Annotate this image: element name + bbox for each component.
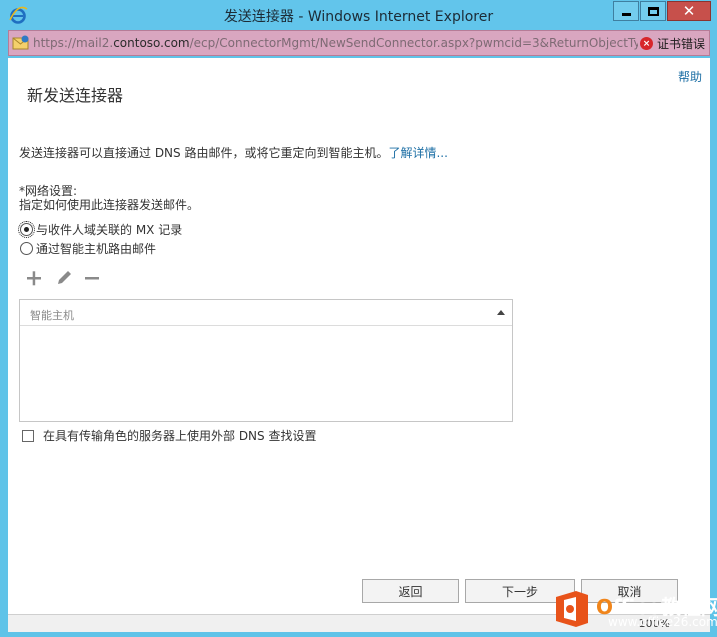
watermark: Office教程网 www.office26.com xyxy=(552,585,717,637)
grid-header-smart-host: 智能主机 xyxy=(30,309,74,322)
smart-host-grid[interactable]: 智能主机 xyxy=(19,299,513,422)
description: 发送连接器可以直接通过 DNS 路由邮件，或将它重定向到智能主机。了解详情... xyxy=(19,144,448,161)
radio-mx-icon[interactable] xyxy=(18,221,35,238)
external-dns-label: 在具有传输角色的服务器上使用外部 DNS 查找设置 xyxy=(43,429,317,443)
external-dns-option[interactable]: 在具有传输角色的服务器上使用外部 DNS 查找设置 xyxy=(22,427,316,444)
learn-more-link[interactable]: 了解详情... xyxy=(388,146,447,160)
page-content: 帮助 新发送连接器 发送连接器可以直接通过 DNS 路由邮件，或将它重定向到智能… xyxy=(8,58,710,614)
radio-smart-host-icon[interactable] xyxy=(20,242,33,255)
certificate-error-label: 证书错误 xyxy=(656,37,705,51)
radio-mx-record[interactable]: 与收件人域关联的 MX 记录 xyxy=(18,221,183,238)
network-settings-hint: 指定如何使用此连接器发送邮件。 xyxy=(19,198,200,212)
url-prefix: https://mail2. xyxy=(33,36,114,50)
minimize-icon xyxy=(621,13,631,16)
minimize-button[interactable] xyxy=(613,1,639,21)
add-icon[interactable] xyxy=(23,269,47,287)
certificate-error[interactable]: × 证书错误 xyxy=(639,35,705,52)
close-icon: ✕ xyxy=(682,2,696,20)
external-dns-checkbox[interactable] xyxy=(22,429,34,442)
maximize-button[interactable] xyxy=(640,1,666,21)
radio-mx-label: 与收件人域关联的 MX 记录 xyxy=(36,223,183,237)
page-icon xyxy=(12,35,29,50)
sort-ascending-icon[interactable] xyxy=(497,310,505,315)
url-path: /ecp/ConnectorMgmt/NewSendConnector.aspx… xyxy=(189,36,638,50)
window-title: 发送连接器 - Windows Internet Explorer xyxy=(223,9,494,25)
radio-smart-host[interactable]: 通过智能主机路由邮件 xyxy=(20,240,156,257)
smart-host-toolbar xyxy=(23,269,110,287)
address-bar[interactable]: https://mail2.contoso.com/ecp/ConnectorM… xyxy=(8,30,710,56)
title-bar: 发送连接器 - Windows Internet Explorer ✕ xyxy=(0,0,717,30)
page-title: 新发送连接器 xyxy=(27,86,124,105)
office-logo-icon xyxy=(556,591,588,627)
remove-icon[interactable] xyxy=(81,269,105,287)
back-button[interactable]: 返回 xyxy=(362,579,459,603)
url-host: contoso.com xyxy=(113,36,190,50)
maximize-icon xyxy=(647,6,659,16)
grid-header[interactable]: 智能主机 xyxy=(20,300,512,326)
radio-smart-host-label: 通过智能主机路由邮件 xyxy=(36,242,157,256)
description-text: 发送连接器可以直接通过 DNS 路由邮件，或将它重定向到智能主机。 xyxy=(19,146,389,160)
error-icon: × xyxy=(639,37,653,50)
url-text[interactable]: https://mail2.contoso.com/ecp/ConnectorM… xyxy=(33,36,638,50)
watermark-site: www.office26.com xyxy=(608,615,717,629)
close-button[interactable]: ✕ xyxy=(667,1,711,21)
edit-icon[interactable] xyxy=(52,269,76,287)
help-link[interactable]: 帮助 xyxy=(678,68,702,85)
